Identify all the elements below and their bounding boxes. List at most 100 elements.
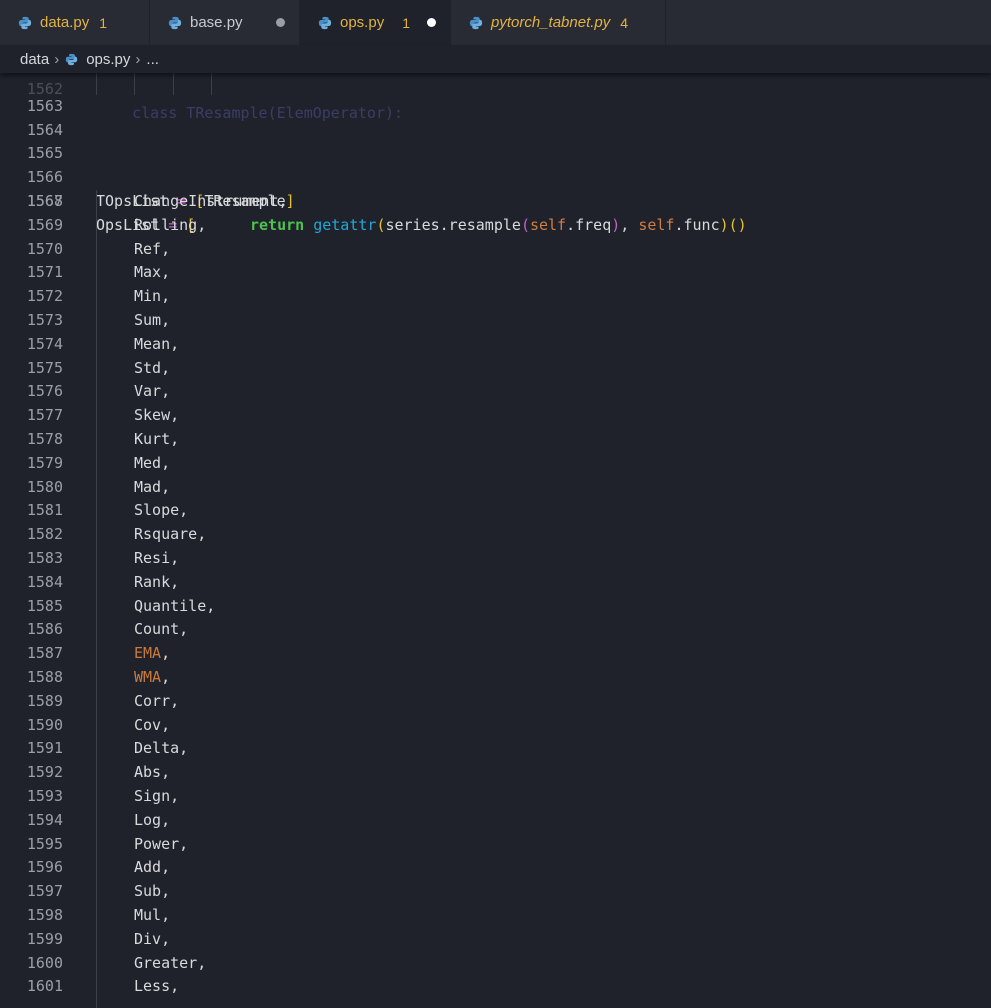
line-number: 1595 <box>26 834 63 853</box>
code-line: 1574 Mean, <box>0 333 991 357</box>
tab-label: data.py <box>40 14 90 31</box>
code-line: 1583 Resi, <box>0 547 991 571</box>
code-line: 1577 Skew, <box>0 404 991 428</box>
ops-list-item-name: Log <box>134 810 162 829</box>
line-number: 1600 <box>26 953 63 972</box>
ops-list-item-name: Delta <box>134 739 180 758</box>
code-text: EMA, <box>134 642 170 666</box>
ops-list-item-name: Resi <box>134 549 171 567</box>
code-line: 1564 <box>0 95 991 139</box>
code-text: WMA, <box>134 666 170 690</box>
line-number: 1597 <box>26 882 63 901</box>
line-number: 1590 <box>26 715 63 734</box>
code-line: 1587 EMA, <box>0 642 991 666</box>
code-text: ChangeInstrument, <box>134 190 288 214</box>
line-number: 1574 <box>26 334 63 353</box>
code-text: Mad, <box>134 476 170 500</box>
ops-list-item-name: Var <box>134 382 162 401</box>
code-line: 1566 TOpsList = [TResample] <box>0 142 991 210</box>
code-text: Resi, <box>134 547 179 571</box>
line-number: 1580 <box>26 477 63 496</box>
code-text: Skew, <box>134 404 179 428</box>
punctuation: , <box>161 311 171 329</box>
code-line: 1588 WMA, <box>0 666 991 690</box>
code-line: 1585 Quantile, <box>0 595 991 619</box>
tab-pytorch-tabnet-py[interactable]: pytorch_tabnet.py 4 <box>451 0 666 45</box>
tab-ops-py[interactable]: ops.py 1 <box>300 0 451 45</box>
code-text: Power, <box>134 833 188 857</box>
indent-guide <box>211 73 212 95</box>
code-line: 1589 Corr, <box>0 690 991 714</box>
problem-count-badge: 1 <box>99 14 108 31</box>
ops-list-item-name: WMA <box>134 668 162 686</box>
tab-bar: data.py 1 base.py ops.py 1 pytorch_tabne… <box>0 0 991 45</box>
punctuation: , <box>170 691 180 710</box>
ops-list-item-name: Kurt <box>134 430 171 448</box>
code-line: 1572 Min, <box>0 285 991 309</box>
breadcrumb-more[interactable]: ... <box>146 51 159 68</box>
punctuation: , <box>161 239 171 258</box>
code-text: Mean, <box>134 333 179 357</box>
ops-list-item-name: Greater <box>134 953 198 972</box>
punctuation: , <box>161 810 171 829</box>
breadcrumb: data › ops.py › ... <box>0 45 991 73</box>
line-number: 1578 <box>26 430 63 448</box>
tab-base-py[interactable]: base.py <box>150 0 300 45</box>
punctuation: , <box>179 739 189 758</box>
line-number: 1585 <box>26 596 63 615</box>
modified-dot-icon[interactable] <box>276 18 285 27</box>
breadcrumb-folder[interactable]: data <box>20 51 49 68</box>
code-line: 1593 Sign, <box>0 785 991 809</box>
unsaved-dot-icon[interactable] <box>427 18 436 27</box>
python-file-icon <box>18 16 32 29</box>
code-text: Rolling, <box>134 214 206 238</box>
punctuation: , <box>197 525 207 544</box>
code-text: Cov, <box>134 714 170 738</box>
punctuation: , <box>170 977 180 996</box>
python-file-icon <box>318 16 332 29</box>
ops-list-item-name: Rolling <box>134 215 198 234</box>
indent-guide <box>134 73 135 95</box>
ops-list-item-name: Add <box>134 858 162 877</box>
code-text: Sum, <box>134 309 170 333</box>
ops-list-item-name: Cov <box>134 715 162 734</box>
problem-count-badge: 4 <box>620 14 629 31</box>
tab-label: base.py <box>190 14 243 31</box>
line-number: 1599 <box>26 929 63 948</box>
punctuation: , <box>179 834 189 853</box>
code-editor[interactable]: 1562 class TResample(ElemOperator): 1563… <box>0 73 991 1008</box>
punctuation: , <box>278 192 288 210</box>
code-text: Less, <box>134 975 179 999</box>
chevron-right-icon: › <box>54 50 60 68</box>
code-line: 1592 Abs, <box>0 761 991 785</box>
line-number: 1573 <box>26 311 63 329</box>
line-number: 1584 <box>26 572 63 591</box>
line-number: 1591 <box>26 739 63 758</box>
ops-list-item-name: Rsquare <box>134 525 198 544</box>
punctuation: , <box>170 787 180 805</box>
code-line: 1565 <box>0 119 991 162</box>
ops-list-item-name: Slope <box>134 501 180 520</box>
tab-data-py[interactable]: data.py 1 <box>0 0 150 45</box>
ops-list-item-name: Mad <box>134 477 162 496</box>
ops-list-item-name: Sum <box>134 311 162 329</box>
code-text: Ref, <box>134 238 170 262</box>
line-number: 1593 <box>26 787 63 805</box>
ops-list-item-name: Mul <box>134 906 162 924</box>
line-number: 1588 <box>26 668 63 686</box>
punctuation: , <box>161 287 171 306</box>
line-number: 1576 <box>26 382 63 401</box>
code-text: Min, <box>134 285 170 309</box>
line-number: 1598 <box>26 906 63 924</box>
line-number: 1589 <box>26 691 63 710</box>
code-text: Add, <box>134 856 170 880</box>
code-text: Sign, <box>134 785 179 809</box>
punctuation: , <box>161 882 171 901</box>
code-line: 1591 Delta, <box>0 737 991 761</box>
code-text: Greater, <box>134 952 206 976</box>
line-number: 1587 <box>26 644 63 663</box>
ops-list-item-name: Skew <box>134 406 171 425</box>
breadcrumb-file[interactable]: ops.py <box>86 51 130 68</box>
punctuation: , <box>161 453 171 472</box>
code-line: 1570 Ref, <box>0 238 991 262</box>
